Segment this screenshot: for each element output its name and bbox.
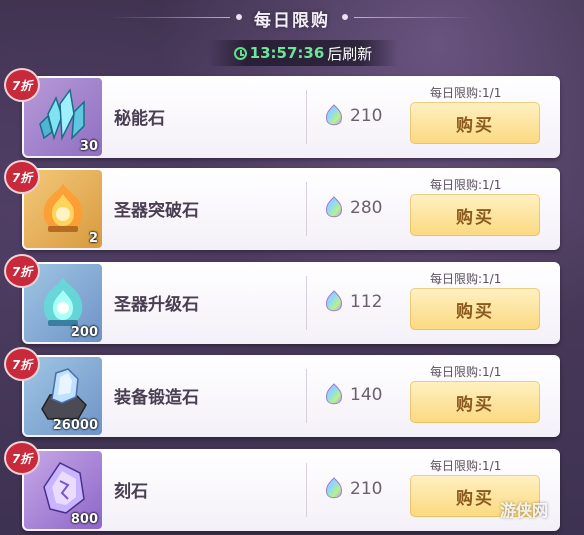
buy-button[interactable]: 购买 <box>410 288 540 330</box>
purchase-limit: 每日限购:1/1 <box>430 178 502 192</box>
item-quantity: 200 <box>70 325 98 340</box>
price-value: 112 <box>350 292 383 312</box>
item-price: 210 <box>324 104 382 128</box>
rainbow-gem-icon <box>326 477 342 499</box>
aqua-orb-icon <box>43 278 83 326</box>
price-value: 280 <box>350 198 383 218</box>
discount-badge: 7折 <box>4 254 40 288</box>
item-name: 圣器突破石 <box>114 201 199 221</box>
item-name: 装备锻造石 <box>114 388 199 408</box>
flame-orb-icon <box>43 184 83 232</box>
item-quantity: 30 <box>79 139 98 154</box>
price-value: 140 <box>350 385 383 405</box>
rune-crystal-icon <box>43 462 85 514</box>
page-title: 每日限购 <box>254 11 330 31</box>
item-price: 280 <box>324 196 382 220</box>
row-divider <box>306 369 307 423</box>
row-divider <box>306 276 307 330</box>
title-decor-dot-right <box>342 14 348 20</box>
purchase-limit: 每日限购:1/1 <box>430 86 502 100</box>
shop-item-row: 800 7折 刻石 210 每日限购:1/1 购买 <box>4 441 560 531</box>
rainbow-gem-icon <box>326 383 342 405</box>
price-value: 210 <box>350 106 383 126</box>
forging-stone-icon <box>41 368 87 420</box>
shop-item-row: 30 7折 秘能石 210 每日限购:1/1 购买 <box>4 68 560 158</box>
row-divider <box>306 463 307 517</box>
refresh-suffix: 后刷新 <box>327 44 373 63</box>
item-quantity: 2 <box>88 231 98 246</box>
discount-badge: 7折 <box>4 347 40 381</box>
row-divider <box>306 182 307 236</box>
price-value: 210 <box>350 479 383 499</box>
rainbow-gem-icon <box>326 196 342 218</box>
item-price: 210 <box>324 477 382 501</box>
buy-button[interactable]: 购买 <box>410 194 540 236</box>
crystal-cluster-icon <box>39 88 85 141</box>
item-quantity: 800 <box>70 512 98 527</box>
discount-badge: 7折 <box>4 160 40 194</box>
discount-badge: 7折 <box>4 68 40 102</box>
item-name: 刻石 <box>114 482 148 502</box>
watermark: 游侠网 <box>499 501 548 520</box>
shop-item-row: 2 7折 圣器突破石 280 每日限购:1/1 购买 <box>4 160 560 250</box>
rainbow-gem-icon <box>326 104 342 126</box>
refresh-timer: 13:57:36 后刷新 <box>208 40 398 66</box>
item-name: 圣器升级石 <box>114 295 199 315</box>
item-price: 112 <box>324 290 382 314</box>
shop-item-row: 26000 7折 装备锻造石 140 每日限购:1/1 购买 <box>4 347 560 437</box>
buy-button[interactable]: 购买 <box>410 381 540 423</box>
purchase-limit: 每日限购:1/1 <box>430 272 502 286</box>
item-name: 秘能石 <box>114 109 165 129</box>
item-quantity: 26000 <box>52 418 98 433</box>
shop-item-row: 200 7折 圣器升级石 112 每日限购:1/1 购买 <box>4 254 560 344</box>
shop-header: 每日限购 <box>0 0 584 40</box>
purchase-limit: 每日限购:1/1 <box>430 459 502 473</box>
discount-badge: 7折 <box>4 441 40 475</box>
row-divider <box>306 90 307 144</box>
title-decor-line-right <box>354 17 474 18</box>
buy-button[interactable]: 购买 <box>410 102 540 144</box>
clock-icon <box>233 46 247 60</box>
refresh-time: 13:57:36 <box>249 44 325 62</box>
rainbow-gem-icon <box>326 290 342 312</box>
purchase-limit: 每日限购:1/1 <box>430 365 502 379</box>
item-price: 140 <box>324 383 382 407</box>
